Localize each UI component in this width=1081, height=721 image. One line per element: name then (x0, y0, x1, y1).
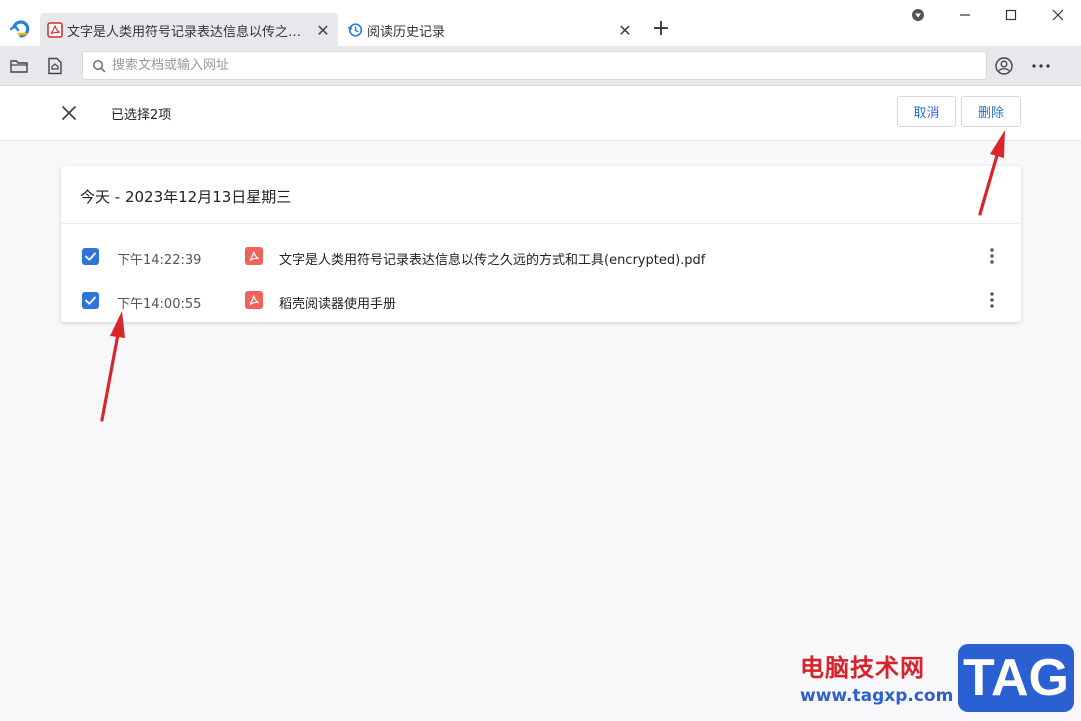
checkbox-checked[interactable] (82, 292, 99, 309)
minimize-icon (960, 14, 970, 16)
maximize-icon (1005, 9, 1017, 21)
selection-toolbar: 已选择2项 取消 删除 (0, 86, 1081, 141)
maximize-button[interactable] (988, 0, 1034, 30)
tab-title: 阅读历史记录 (367, 24, 446, 40)
history-card: 今天 - 2023年12月13日星期三 下午14:22:39 文字是人类用符号记… (61, 166, 1021, 322)
address-bar[interactable] (82, 51, 987, 80)
more-vertical-icon[interactable] (985, 246, 999, 266)
tab-close-icon[interactable]: ✕ (614, 21, 636, 40)
watermark-tag-logo: TAG (958, 644, 1074, 712)
pdf-icon (245, 291, 263, 309)
row-time: 下午14:00:55 (117, 297, 202, 312)
search-icon (92, 59, 106, 72)
arrow-to-checkboxes (100, 311, 125, 422)
more-options-icon[interactable] (1031, 56, 1051, 76)
tab-close-icon[interactable]: ✕ (312, 21, 334, 40)
minimize-button[interactable] (942, 0, 988, 30)
history-row[interactable]: 下午14:22:39 文字是人类用符号记录表达信息以传之久远的方式和工具(enc… (61, 235, 1021, 279)
folder-icon[interactable] (9, 56, 29, 76)
more-vertical-icon[interactable] (985, 290, 999, 310)
tab-pdf-document[interactable]: 文字是人类用符号记录表达信息以传之久远... ✕ (40, 13, 338, 47)
dropdown-icon (912, 9, 924, 21)
close-icon (1052, 9, 1064, 21)
watermark-url: www.tagxp.com (800, 686, 954, 706)
exit-selection-icon[interactable] (58, 102, 80, 124)
pdf-icon (47, 22, 63, 38)
selected-count: 已选择2项 (111, 108, 172, 123)
row-file-name[interactable]: 稻壳阅读器使用手册 (279, 293, 396, 312)
account-icon[interactable] (994, 56, 1014, 76)
search-input[interactable] (112, 53, 986, 78)
tab-reading-history[interactable]: 阅读历史记录 ✕ (340, 13, 640, 47)
history-row[interactable]: 下午14:00:55 稻壳阅读器使用手册 (61, 279, 1021, 323)
cancel-button[interactable]: 取消 (897, 96, 956, 127)
home-document-icon[interactable] (45, 56, 65, 76)
date-header: 今天 - 2023年12月13日星期三 (61, 166, 1021, 224)
menu-dropdown-button[interactable] (895, 0, 941, 30)
row-file-name[interactable]: 文字是人类用符号记录表达信息以传之久远的方式和工具(encrypted).pdf (279, 249, 705, 268)
history-icon (347, 23, 363, 37)
new-tab-button[interactable]: + (650, 17, 672, 43)
pdf-icon (245, 247, 263, 265)
watermark-site-name: 电脑技术网 (800, 654, 925, 682)
app-logo-icon (10, 20, 30, 38)
title-bar: 文字是人类用符号记录表达信息以传之久远... ✕ 阅读历史记录 ✕ + (0, 0, 1081, 47)
close-window-button[interactable] (1035, 0, 1081, 30)
row-time: 下午14:22:39 (117, 253, 202, 268)
navigation-bar (0, 46, 1081, 86)
checkbox-checked[interactable] (82, 248, 99, 265)
delete-button[interactable]: 删除 (961, 96, 1021, 127)
tab-title: 文字是人类用符号记录表达信息以传之久远... (67, 24, 312, 40)
